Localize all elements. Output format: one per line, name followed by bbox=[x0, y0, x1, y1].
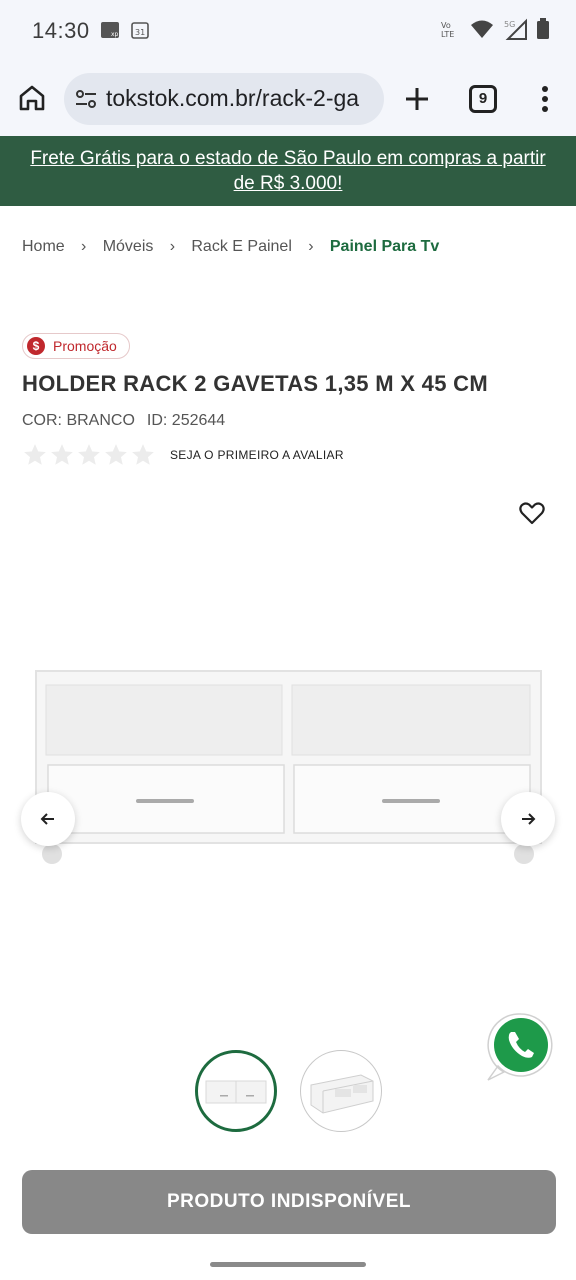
star-icon bbox=[24, 444, 46, 465]
tab-switcher-button[interactable]: 9 bbox=[469, 85, 497, 113]
thumbnail-image-angle bbox=[310, 1074, 374, 1114]
product-id: ID: 252644 bbox=[146, 412, 226, 429]
thumbnail-image-front bbox=[205, 1080, 267, 1104]
status-bar: 14:30 xp 31 Vo LTE 5G bbox=[0, 0, 576, 62]
free-shipping-banner[interactable]: Frete Grátis para o estado de São Paulo … bbox=[0, 136, 576, 206]
previous-image-button[interactable] bbox=[21, 792, 75, 846]
volte-icon: Vo LTE bbox=[441, 21, 454, 39]
thumbnail-1[interactable] bbox=[195, 1050, 277, 1132]
xp-badge-icon: xp bbox=[101, 22, 119, 38]
wifi-icon bbox=[471, 20, 493, 38]
arrow-right-icon bbox=[522, 813, 536, 825]
breadcrumb-rack-e-painel[interactable]: Rack E Painel bbox=[191, 238, 292, 256]
gesture-navigation-bar[interactable] bbox=[210, 1262, 366, 1267]
browser-toolbar: tokstok.com.br/rack-2-ga 9 bbox=[0, 62, 576, 136]
product-unavailable-button[interactable]: PRODUTO INDISPONÍVEL bbox=[22, 1170, 556, 1234]
status-time: 14:30 bbox=[32, 18, 90, 43]
breadcrumb: Home › Móveis › Rack E Painel › Painel P… bbox=[22, 236, 439, 258]
product-image bbox=[35, 670, 542, 864]
5g-signal-icon: 5G bbox=[504, 18, 527, 40]
breadcrumb-current[interactable]: Painel Para Tv bbox=[330, 238, 439, 256]
address-bar[interactable]: tokstok.com.br/rack-2-ga bbox=[64, 73, 384, 125]
rating-row[interactable]: SEJA O PRIMEIRO A AVALIAR bbox=[22, 442, 344, 468]
banner-line-2: de R$ 3.000! bbox=[233, 173, 343, 194]
heart-icon[interactable] bbox=[518, 499, 546, 527]
svg-text:xp: xp bbox=[111, 31, 119, 38]
next-image-button[interactable] bbox=[501, 792, 555, 846]
arrow-left-icon bbox=[40, 813, 54, 825]
svg-text:LTE: LTE bbox=[441, 30, 454, 39]
chevron-right-icon: › bbox=[81, 238, 87, 255]
status-right-icons: Vo LTE 5G bbox=[440, 18, 550, 40]
status-left-icons: xp 31 bbox=[100, 20, 150, 40]
dollar-icon: $ bbox=[27, 337, 45, 355]
breadcrumb-moveis[interactable]: Móveis bbox=[103, 238, 154, 256]
product-meta: COR: BRANCO ID: 252644 bbox=[22, 412, 225, 430]
rating-stars bbox=[22, 442, 156, 468]
first-review-link[interactable]: SEJA O PRIMEIRO A AVALIAR bbox=[170, 448, 344, 462]
star-icon bbox=[132, 444, 154, 465]
calendar-31-icon: 31 bbox=[131, 22, 149, 39]
banner-line-1: Frete Grátis para o estado de São Paulo … bbox=[30, 148, 546, 169]
battery-icon bbox=[537, 18, 549, 39]
svg-text:5G: 5G bbox=[504, 20, 515, 29]
site-settings-icon[interactable] bbox=[74, 87, 98, 111]
whatsapp-icon[interactable] bbox=[486, 1010, 556, 1082]
svg-text:Vo: Vo bbox=[441, 21, 451, 30]
star-icon bbox=[78, 444, 100, 465]
thumbnail-2[interactable] bbox=[300, 1050, 382, 1132]
more-menu-icon[interactable] bbox=[533, 84, 557, 114]
star-icon bbox=[51, 444, 73, 465]
breadcrumb-home[interactable]: Home bbox=[22, 238, 65, 256]
promotion-badge-label: Promoção bbox=[53, 338, 117, 354]
chevron-right-icon: › bbox=[169, 238, 176, 255]
star-icon bbox=[105, 444, 127, 465]
product-color: COR: BRANCO bbox=[22, 412, 135, 429]
chevron-right-icon: › bbox=[308, 238, 314, 255]
home-icon[interactable] bbox=[16, 82, 48, 114]
svg-text:31: 31 bbox=[135, 28, 145, 37]
new-tab-plus-icon[interactable] bbox=[402, 84, 432, 114]
product-title: HOLDER RACK 2 GAVETAS 1,35 M X 45 CM bbox=[22, 371, 488, 396]
url-text: tokstok.com.br/rack-2-ga bbox=[106, 85, 360, 111]
promotion-badge: $ Promoção bbox=[22, 333, 130, 359]
